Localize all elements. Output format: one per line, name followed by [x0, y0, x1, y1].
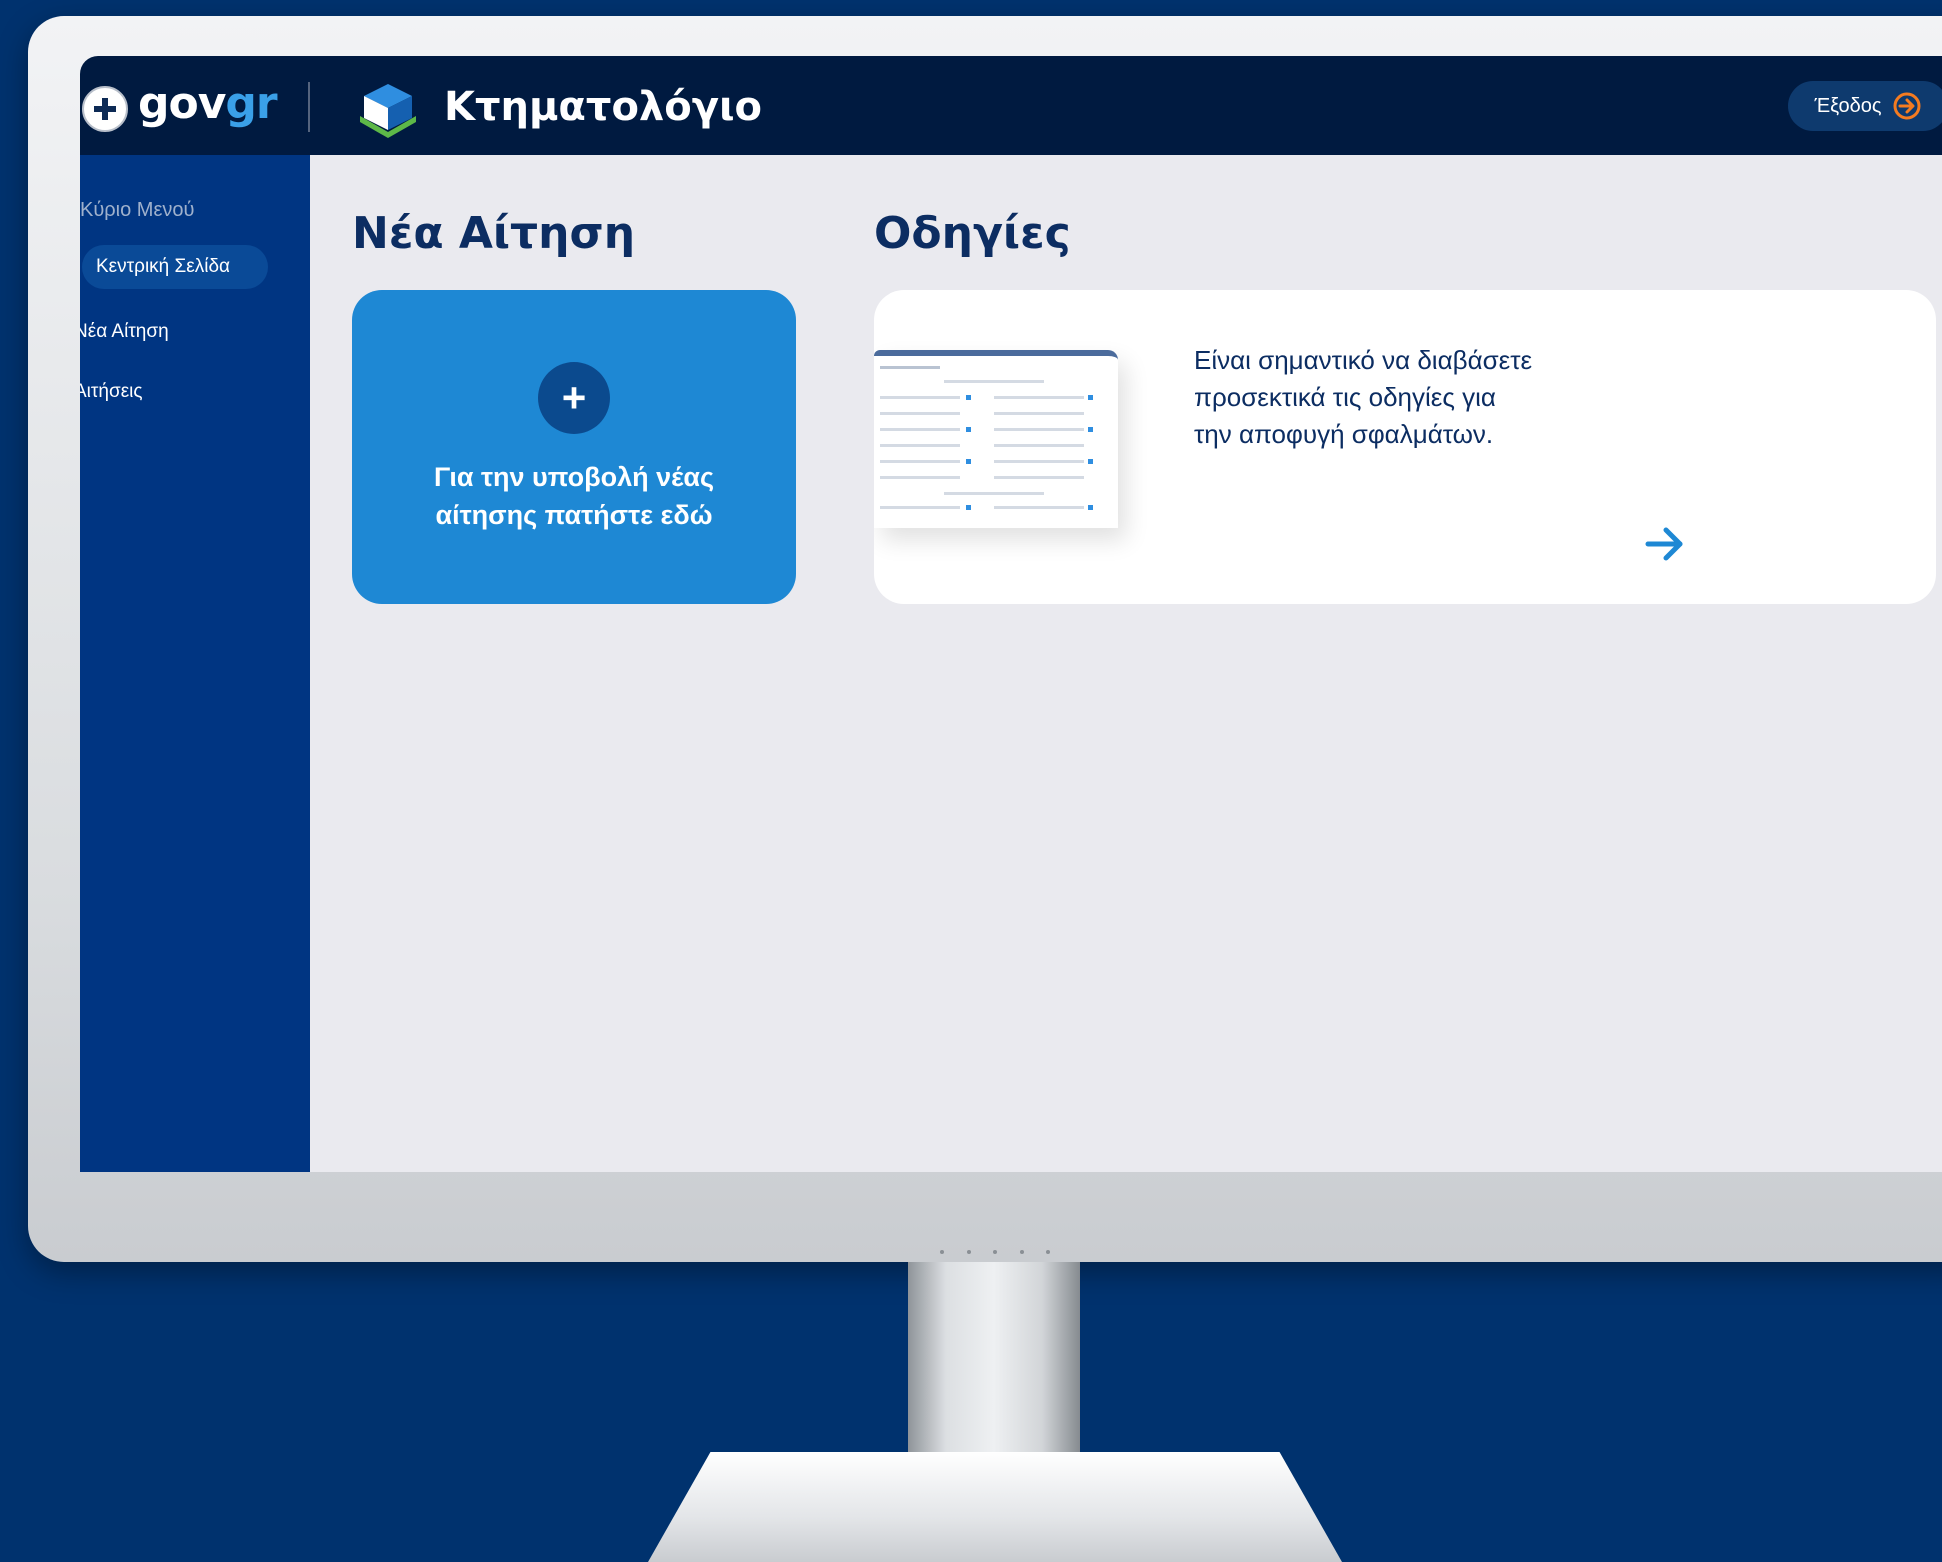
sidebar: Κύριο Μενού Κεντρική Σελίδα Νέα Αίτηση Α… [80, 155, 310, 1172]
sidebar-item-new-request[interactable]: Νέα Αίτηση [80, 321, 169, 343]
new-request-card[interactable]: + Για την υποβολή νέας αίτησης πατήστε ε… [352, 290, 796, 604]
monitor-stand-base [648, 1452, 1342, 1562]
ktimatologio-logo-icon [360, 84, 416, 138]
guides-card[interactable]: Είναι σημαντικό να διαβάσετε προσεκτικά … [874, 290, 1936, 604]
new-request-title: Νέα Αίτηση [352, 208, 636, 259]
monitor-screen: govgr Κτηματολόγιο Έξοδος Κύριο Μενού Κε… [80, 56, 1942, 1172]
logout-arrow-icon [1893, 92, 1921, 120]
sidebar-item-label: Αιτήσεις [80, 381, 143, 402]
logout-label: Έξοδος [1814, 94, 1882, 117]
govgr-logo[interactable]: govgr [138, 78, 278, 129]
guides-line-2: προσεκτικά τις οδηγίες για [1194, 382, 1496, 412]
sidebar-heading: Κύριο Μενού [80, 199, 195, 221]
sidebar-item-requests[interactable]: Αιτήσεις [80, 381, 143, 403]
header-divider [308, 82, 310, 132]
monitor-indicator-dots [940, 1250, 1050, 1256]
new-request-card-text: Για την υποβολή νέας αίτησης πατήστε εδώ [372, 458, 776, 534]
guides-text: Είναι σημαντικό να διαβάσετε προσεκτικά … [1194, 342, 1614, 453]
new-request-line-2: αίτησης πατήστε εδώ [435, 500, 713, 530]
brand-gr: gr [225, 78, 277, 129]
plus-icon: + [538, 362, 610, 434]
guides-line-1: Είναι σημαντικό να διαβάσετε [1194, 345, 1533, 375]
sidebar-item-home[interactable]: Κεντρική Σελίδα [82, 245, 268, 289]
new-request-line-1: Για την υποβολή νέας [434, 462, 714, 492]
app-header: govgr Κτηματολόγιο Έξοδος [80, 56, 1942, 155]
monitor-frame: govgr Κτηματολόγιο Έξοδος Κύριο Μενού Κε… [28, 16, 1942, 1262]
guides-line-3: την αποφυγή σφαλμάτων. [1194, 419, 1494, 449]
app-title: Κτηματολόγιο [444, 84, 763, 130]
guides-title: Οδηγίες [874, 208, 1071, 259]
logout-button[interactable]: Έξοδος [1788, 81, 1942, 131]
monitor-stand-neck [908, 1262, 1080, 1458]
sidebar-item-label: Νέα Αίτηση [80, 321, 169, 342]
brand-gov: gov [138, 78, 226, 129]
guide-preview-image [874, 350, 1118, 528]
hellenic-emblem-icon [82, 86, 128, 132]
sidebar-item-label: Κεντρική Σελίδα [96, 256, 231, 277]
arrow-right-icon[interactable] [1642, 520, 1690, 568]
